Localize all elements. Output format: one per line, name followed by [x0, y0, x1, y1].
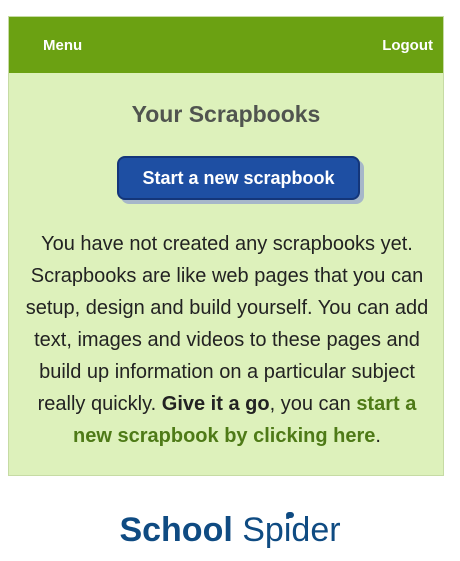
scrapbooks-panel: Menu Logout Your Scrapbooks Start a new …	[8, 16, 444, 476]
brand-sp: Sp	[242, 511, 284, 549]
brand-spider: Spi der	[242, 511, 340, 549]
brand-school: School	[119, 511, 233, 549]
start-new-scrapbook-button[interactable]: Start a new scrapbook	[117, 156, 360, 200]
top-nav-bar: Menu Logout	[9, 17, 443, 73]
intro-paragraph: You have not created any scrapbooks yet.…	[17, 228, 437, 452]
spider-icon	[285, 512, 294, 518]
page-title: Your Scrapbooks	[131, 101, 321, 127]
menu-link[interactable]: Menu	[43, 37, 82, 54]
intro-text: You have not created any scrapbooks yet.…	[25, 233, 429, 415]
give-it-a-go-text: Give it a go	[161, 393, 270, 415]
brand-der: der	[291, 511, 341, 549]
intro-period: .	[375, 425, 381, 447]
intro-connector-text: , you can	[269, 393, 351, 415]
school-spider-logo: School Spi der	[0, 510, 460, 550]
logout-link[interactable]: Logout	[382, 37, 433, 54]
brand-i: i	[284, 510, 294, 550]
